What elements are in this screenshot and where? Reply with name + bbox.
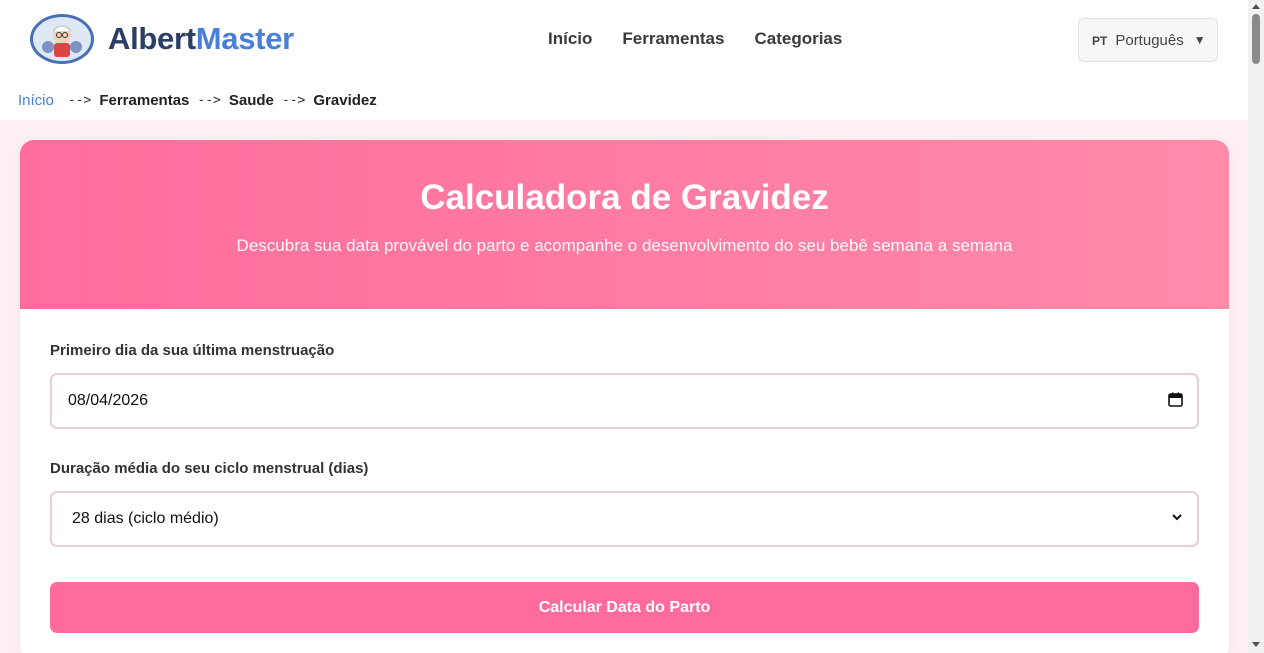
logo-text-master: Master [195, 21, 294, 56]
breadcrumb-gravidez: Gravidez [313, 91, 377, 109]
breadcrumb-separator: --> [281, 92, 306, 108]
lmp-label: Primeiro dia da sua última menstruação [50, 342, 335, 359]
breadcrumb-ferramentas[interactable]: Ferramentas [99, 92, 189, 109]
cycle-length-label: Duração média do seu ciclo menstrual (di… [50, 460, 369, 477]
main-nav: Início Ferramentas Categorias [548, 29, 872, 49]
nav-ferramentas[interactable]: Ferramentas [622, 29, 724, 49]
nav-categorias[interactable]: Categorias [754, 29, 842, 49]
page-title: Calculadora de Gravidez [420, 178, 829, 217]
nav-inicio[interactable]: Início [548, 29, 592, 49]
lmp-date-value: 08/04/2026 [68, 392, 149, 409]
page-subtitle: Descubra sua data provável do parto e ac… [236, 236, 1013, 255]
chevron-down-icon [1171, 510, 1183, 528]
lmp-date-input[interactable]: 08/04/2026 [50, 373, 1199, 429]
calculator-hero: Calculadora de Gravidez Descubra sua dat… [20, 140, 1229, 309]
scroll-up-arrow-icon[interactable] [1252, 4, 1260, 9]
breadcrumb-inicio[interactable]: Início [18, 92, 54, 109]
cycle-length-value: 28 dias (ciclo médio) [72, 510, 219, 527]
logo-text: AlbertMaster [108, 21, 294, 57]
calculate-due-date-button[interactable]: Calcular Data do Parto [50, 582, 1199, 633]
language-label: Português [1115, 31, 1184, 49]
language-code: PT [1092, 34, 1108, 48]
scrollbar-thumb[interactable] [1252, 14, 1260, 64]
site-header: AlbertMaster Início Ferramentas Categori… [0, 0, 1248, 80]
breadcrumb-separator: --> [197, 92, 221, 108]
breadcrumb: Início --> Ferramentas --> Saude --> Gra… [0, 80, 1248, 120]
caret-down-icon: ▼ [1193, 33, 1206, 47]
logo-text-albert: Albert [108, 21, 196, 56]
calendar-icon[interactable] [1168, 392, 1183, 412]
cycle-length-select[interactable]: 28 dias (ciclo médio) [50, 491, 1199, 547]
page-scrollbar[interactable] [1248, 0, 1264, 653]
breadcrumb-saude[interactable]: Saude [229, 92, 274, 109]
site-logo[interactable]: AlbertMaster [30, 14, 294, 64]
logo-mascot-icon [30, 14, 94, 64]
breadcrumb-separator: --> [67, 92, 92, 108]
calculator-form: Primeiro dia da sua última menstruação 0… [20, 309, 1229, 633]
calculator-card: Calculadora de Gravidez Descubra sua dat… [20, 140, 1229, 653]
scroll-down-arrow-icon[interactable] [1252, 642, 1260, 647]
language-selector[interactable]: PT Português ▼ [1078, 18, 1218, 62]
